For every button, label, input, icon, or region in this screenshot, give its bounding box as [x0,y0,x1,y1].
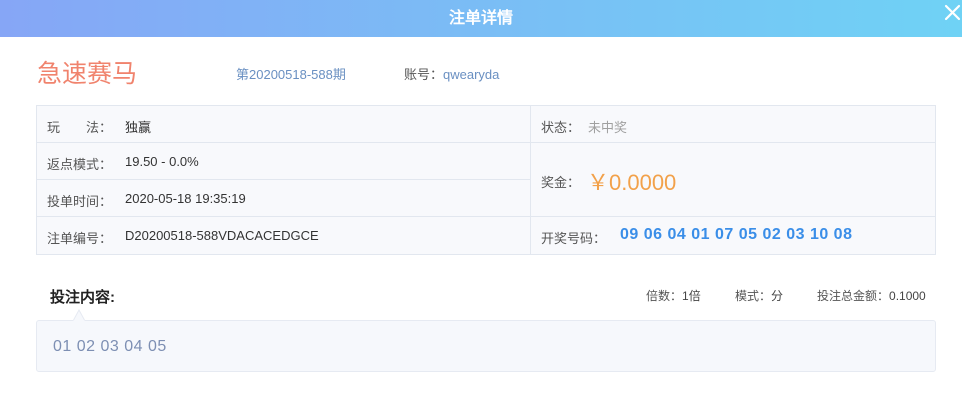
play-method-cell: 玩 法： 独赢 [37,106,531,143]
bet-mode-value: 分 [771,289,784,303]
prize-cell: 奖金： ￥0.0000 [531,143,935,217]
draw-numbers-value: 09 06 04 01 07 05 02 03 10 08 [620,226,853,243]
status-value: 未中奖 [588,120,628,135]
issue-number: 第20200518-588期 [236,67,346,82]
bet-total-value: 0.1000 [889,289,926,303]
dialog-title: 注单详情 [448,10,513,27]
rebate-mode-value: 19.50 - 0.0% [125,154,199,169]
bet-content-box: 01 02 03 04 05 [36,320,936,372]
order-info-table: 玩 法： 独赢 返点模式： 19.50 - 0.0% 投单时间： 2020-05… [36,105,936,255]
dialog-header: 注单详情 [0,0,962,37]
rebate-mode-label: 返点模式： [47,157,113,172]
bet-total: 投注总金额：0.1000 [817,287,926,304]
bet-content-value: 01 02 03 04 05 [53,338,167,355]
bet-time-value: 2020-05-18 19:35:19 [125,191,246,206]
order-number-label: 注单编号： [47,231,113,246]
pointer-arrow-icon [73,309,85,321]
order-number-cell: 注单编号： D20200518-588VDACACEDGCE [37,217,531,254]
bet-time-label: 投单时间： [47,194,113,209]
account-label: 账号： [404,67,444,82]
bet-mode: 模式：分 [735,287,783,304]
status-cell: 状态： 未中奖 [531,106,935,143]
bet-multiple-value: 1倍 [682,289,701,303]
game-name: 急速赛马 [37,60,138,88]
bet-time-cell: 投单时间： 2020-05-18 19:35:19 [37,180,531,217]
status-label: 状态： [541,120,581,135]
play-method-value: 独赢 [125,120,152,135]
bet-content-heading: 投注内容: [50,289,115,306]
order-number-value: D20200518-588VDACACEDGCE [125,228,319,243]
account-info: 账号：qwearyda [404,66,499,83]
bet-multiple: 倍数：1倍 [646,287,701,304]
draw-numbers-label: 开奖号码： [541,231,607,246]
prize-label: 奖金： [541,175,581,190]
play-method-label: 玩 法： [47,120,113,135]
bet-total-label: 投注总金额： [817,289,890,303]
prize-value: ￥0.0000 [587,170,677,195]
rebate-mode-cell: 返点模式： 19.50 - 0.0% [37,143,531,180]
account-value: qwearyda [443,67,500,82]
bet-mode-label: 模式： [735,289,772,303]
draw-numbers-cell: 开奖号码： 09 06 04 01 07 05 02 03 10 08 [531,217,935,254]
bet-multiple-label: 倍数： [646,289,683,303]
close-icon[interactable] [943,2,962,23]
